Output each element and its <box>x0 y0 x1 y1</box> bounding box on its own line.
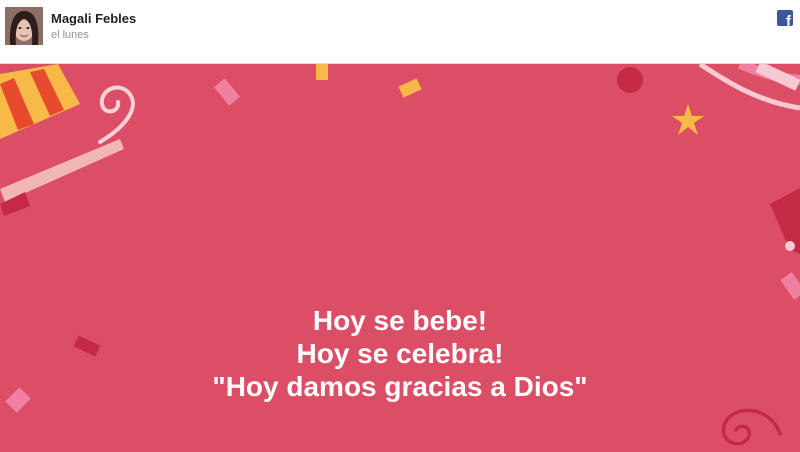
celebration-message: Hoy se bebe! Hoy se celebra! "Hoy damos … <box>0 304 800 403</box>
message-line-1: Hoy se bebe! <box>312 305 488 336</box>
facebook-icon[interactable]: f <box>777 10 793 26</box>
post-header: Magali Febles el lunes f <box>0 0 800 64</box>
author-name[interactable]: Magali Febles <box>51 11 136 26</box>
avatar[interactable] <box>5 7 43 45</box>
post-timestamp[interactable]: el lunes <box>51 29 89 41</box>
celebration-card: Hoy se bebe! Hoy se celebra! "Hoy damos … <box>0 64 800 452</box>
message-line-2: Hoy se celebra! <box>296 338 504 369</box>
message-line-3: "Hoy damos gracias a Dios" <box>212 371 588 402</box>
